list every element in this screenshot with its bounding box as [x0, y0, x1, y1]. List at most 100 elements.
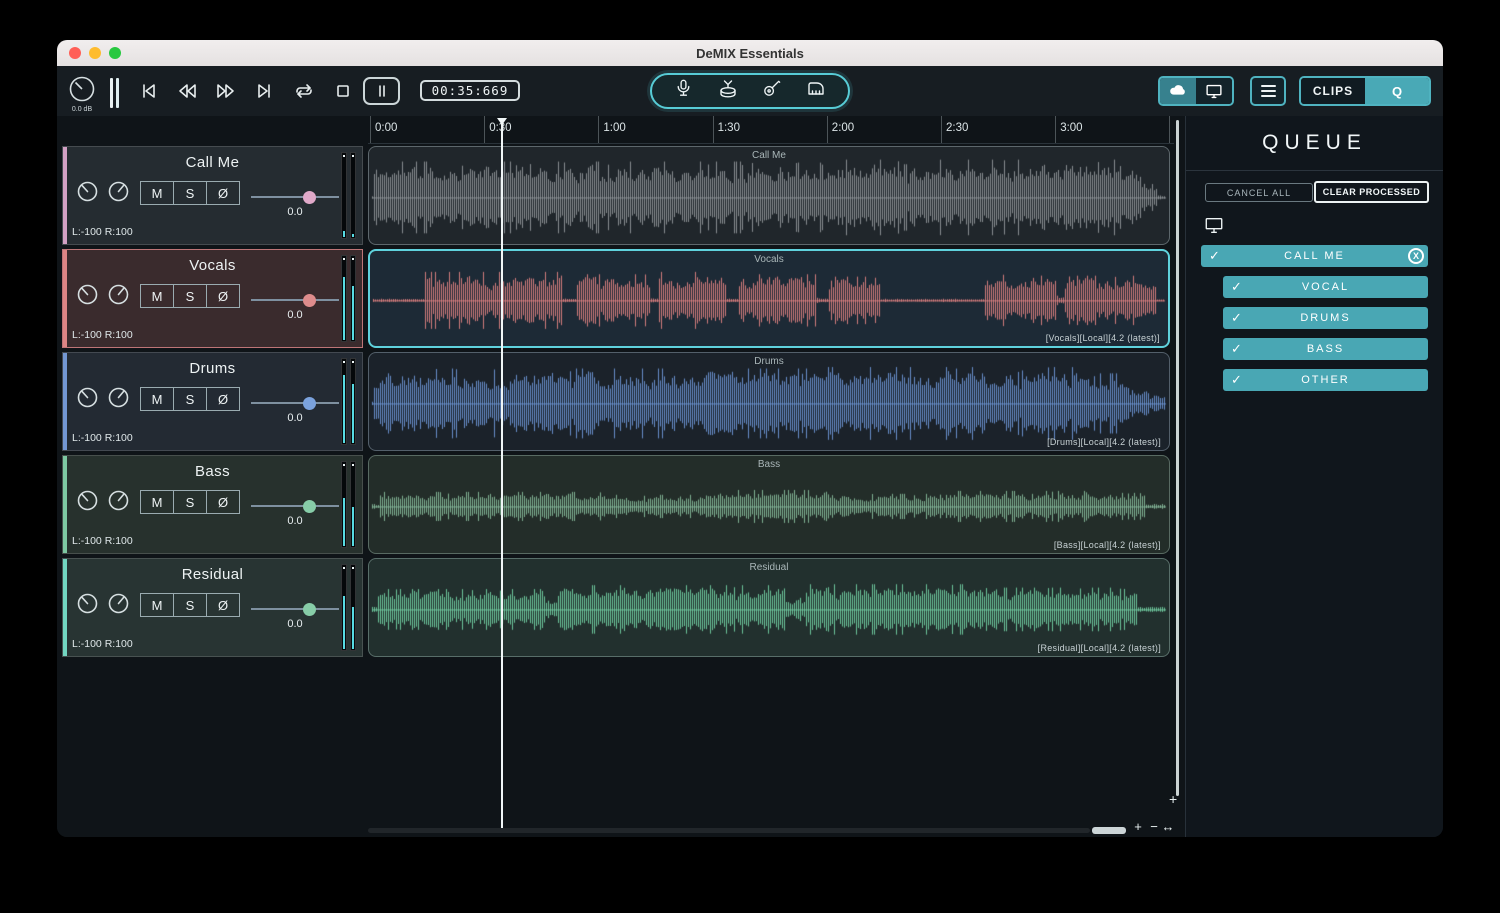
- queue-tab[interactable]: Q: [1365, 78, 1429, 104]
- volume-slider[interactable]: [251, 500, 339, 513]
- close-button[interactable]: [69, 47, 81, 59]
- volume-slider-thumb[interactable]: [303, 294, 316, 307]
- solo-button[interactable]: S: [173, 284, 207, 308]
- volume-slider[interactable]: [251, 603, 339, 616]
- queue-stem-item[interactable]: ✓ VOCAL: [1223, 276, 1428, 298]
- volume-slider-thumb[interactable]: [303, 500, 316, 513]
- phase-button[interactable]: Ø: [206, 181, 240, 205]
- track-header[interactable]: Drums M S Ø 0.0 L:-100 R:100: [62, 352, 363, 451]
- minimize-button[interactable]: [89, 47, 101, 59]
- loop-button[interactable]: [285, 77, 322, 105]
- mute-button[interactable]: M: [140, 181, 174, 205]
- waveform-clip[interactable]: Bass [Bass][Local][4.2 (latest)]: [368, 455, 1170, 554]
- volume-slider-thumb[interactable]: [303, 397, 316, 410]
- cancel-all-button[interactable]: CANCEL ALL: [1205, 183, 1313, 202]
- volume-slider[interactable]: [251, 191, 339, 204]
- volume-slider-track: [251, 196, 339, 198]
- master-gain-knob[interactable]: [68, 75, 96, 108]
- microphone-icon[interactable]: [672, 77, 695, 105]
- stop-button[interactable]: [324, 77, 361, 105]
- cloud-button[interactable]: [1160, 78, 1196, 104]
- pan-left-knob[interactable]: [76, 489, 99, 512]
- playhead[interactable]: [497, 118, 507, 828]
- clips-tab[interactable]: CLIPS: [1301, 78, 1365, 104]
- phase-button[interactable]: Ø: [206, 284, 240, 308]
- level-meters: [341, 255, 356, 342]
- waveform-clip[interactable]: Vocals [Vocals][Local][4.2 (latest)]: [368, 249, 1170, 348]
- horizontal-scrollbar-track[interactable]: [368, 828, 1090, 833]
- guitar-icon[interactable]: [760, 77, 783, 105]
- meter-right: [350, 461, 356, 548]
- queue-stem-item[interactable]: ✓ OTHER: [1223, 369, 1428, 391]
- zoom-in-button[interactable]: +: [1131, 819, 1145, 834]
- mute-button[interactable]: M: [140, 387, 174, 411]
- mute-button[interactable]: M: [140, 593, 174, 617]
- ruler-tick: 2:30: [941, 116, 968, 143]
- pan-left-knob[interactable]: [76, 283, 99, 306]
- timeline-ruler[interactable]: 0:00 0:30 1:00 1:30 2:00 2:30 3:00 3: [368, 116, 1174, 144]
- remove-job-button[interactable]: X: [1408, 248, 1424, 264]
- queue-stem-item[interactable]: ✓ BASS: [1223, 338, 1428, 360]
- ruler-tick: 2:00: [826, 116, 854, 143]
- waveform-clip[interactable]: Drums [Drums][Local][4.2 (latest)]: [368, 352, 1170, 451]
- vertical-scrollbar[interactable]: [1176, 120, 1179, 796]
- pan-right-knob[interactable]: [107, 283, 130, 306]
- solo-button[interactable]: S: [173, 387, 207, 411]
- skip-end-button[interactable]: [246, 77, 283, 105]
- phase-button[interactable]: Ø: [206, 387, 240, 411]
- clip-label: Drums: [754, 356, 784, 367]
- fast-forward-button[interactable]: [207, 77, 244, 105]
- track-header[interactable]: Residual M S Ø 0.0 L:-100 R:100: [62, 558, 363, 657]
- pan-left-knob[interactable]: [76, 592, 99, 615]
- mute-button[interactable]: M: [140, 284, 174, 308]
- ruler-tick: 0:30: [484, 116, 512, 143]
- waveform-canvas: [369, 353, 1169, 450]
- local-monitor-button[interactable]: [1196, 78, 1232, 104]
- volume-slider[interactable]: [251, 294, 339, 307]
- volume-slider[interactable]: [251, 397, 339, 410]
- track-name: Bass: [195, 463, 230, 480]
- zoom-button[interactable]: [109, 47, 121, 59]
- skip-start-button[interactable]: [129, 77, 166, 105]
- meter-right: [350, 358, 356, 445]
- pan-left-knob[interactable]: [76, 180, 99, 203]
- horizontal-scrollbar-thumb[interactable]: [1092, 827, 1126, 834]
- menu-button[interactable]: [1250, 76, 1286, 106]
- vertical-zoom-button[interactable]: +: [1169, 791, 1177, 807]
- track-name: Call Me: [185, 154, 240, 171]
- pan-right-knob[interactable]: [107, 592, 130, 615]
- track-header[interactable]: Vocals M S Ø 0.0 L:-100 R:100: [62, 249, 363, 348]
- piano-icon[interactable]: [804, 77, 828, 106]
- track-name: Drums: [189, 360, 236, 377]
- drums-icon[interactable]: [716, 77, 740, 106]
- track-row: Residual M S Ø 0.0 L:-100 R:100 Residual…: [57, 558, 1174, 657]
- track-header[interactable]: Bass M S Ø 0.0 L:-100 R:100: [62, 455, 363, 554]
- pause-button[interactable]: [363, 77, 400, 105]
- waveform-clip[interactable]: Call Me: [368, 146, 1170, 245]
- waveform-clip[interactable]: Residual [Residual][Local][4.2 (latest)]: [368, 558, 1170, 657]
- phase-button[interactable]: Ø: [206, 593, 240, 617]
- solo-button[interactable]: S: [173, 490, 207, 514]
- rewind-button[interactable]: [168, 77, 205, 105]
- zoom-out-button[interactable]: −: [1147, 819, 1161, 834]
- queue-job-item[interactable]: ✓ CALL ME X: [1201, 245, 1428, 267]
- track-row: Bass M S Ø 0.0 L:-100 R:100 Bass [Bass][…: [57, 455, 1174, 554]
- pan-left-knob[interactable]: [76, 386, 99, 409]
- volume-value: 0.0: [287, 309, 303, 321]
- level-meters: [341, 152, 356, 239]
- solo-button[interactable]: S: [173, 593, 207, 617]
- clear-processed-button[interactable]: CLEAR PROCESSED: [1314, 181, 1429, 203]
- track-header[interactable]: Call Me M S Ø 0.0 L:-100 R:100: [62, 146, 363, 245]
- volume-slider-thumb[interactable]: [303, 191, 316, 204]
- pan-right-knob[interactable]: [107, 489, 130, 512]
- pan-range-label: L:-100 R:100: [72, 535, 133, 547]
- solo-button[interactable]: S: [173, 181, 207, 205]
- track-row: Drums M S Ø 0.0 L:-100 R:100 Drums [Drum…: [57, 352, 1174, 451]
- mute-button[interactable]: M: [140, 490, 174, 514]
- pan-right-knob[interactable]: [107, 180, 130, 203]
- phase-button[interactable]: Ø: [206, 490, 240, 514]
- fit-width-button[interactable]: ↔: [1161, 819, 1175, 834]
- volume-slider-thumb[interactable]: [303, 603, 316, 616]
- pan-right-knob[interactable]: [107, 386, 130, 409]
- queue-stem-item[interactable]: ✓ DRUMS: [1223, 307, 1428, 329]
